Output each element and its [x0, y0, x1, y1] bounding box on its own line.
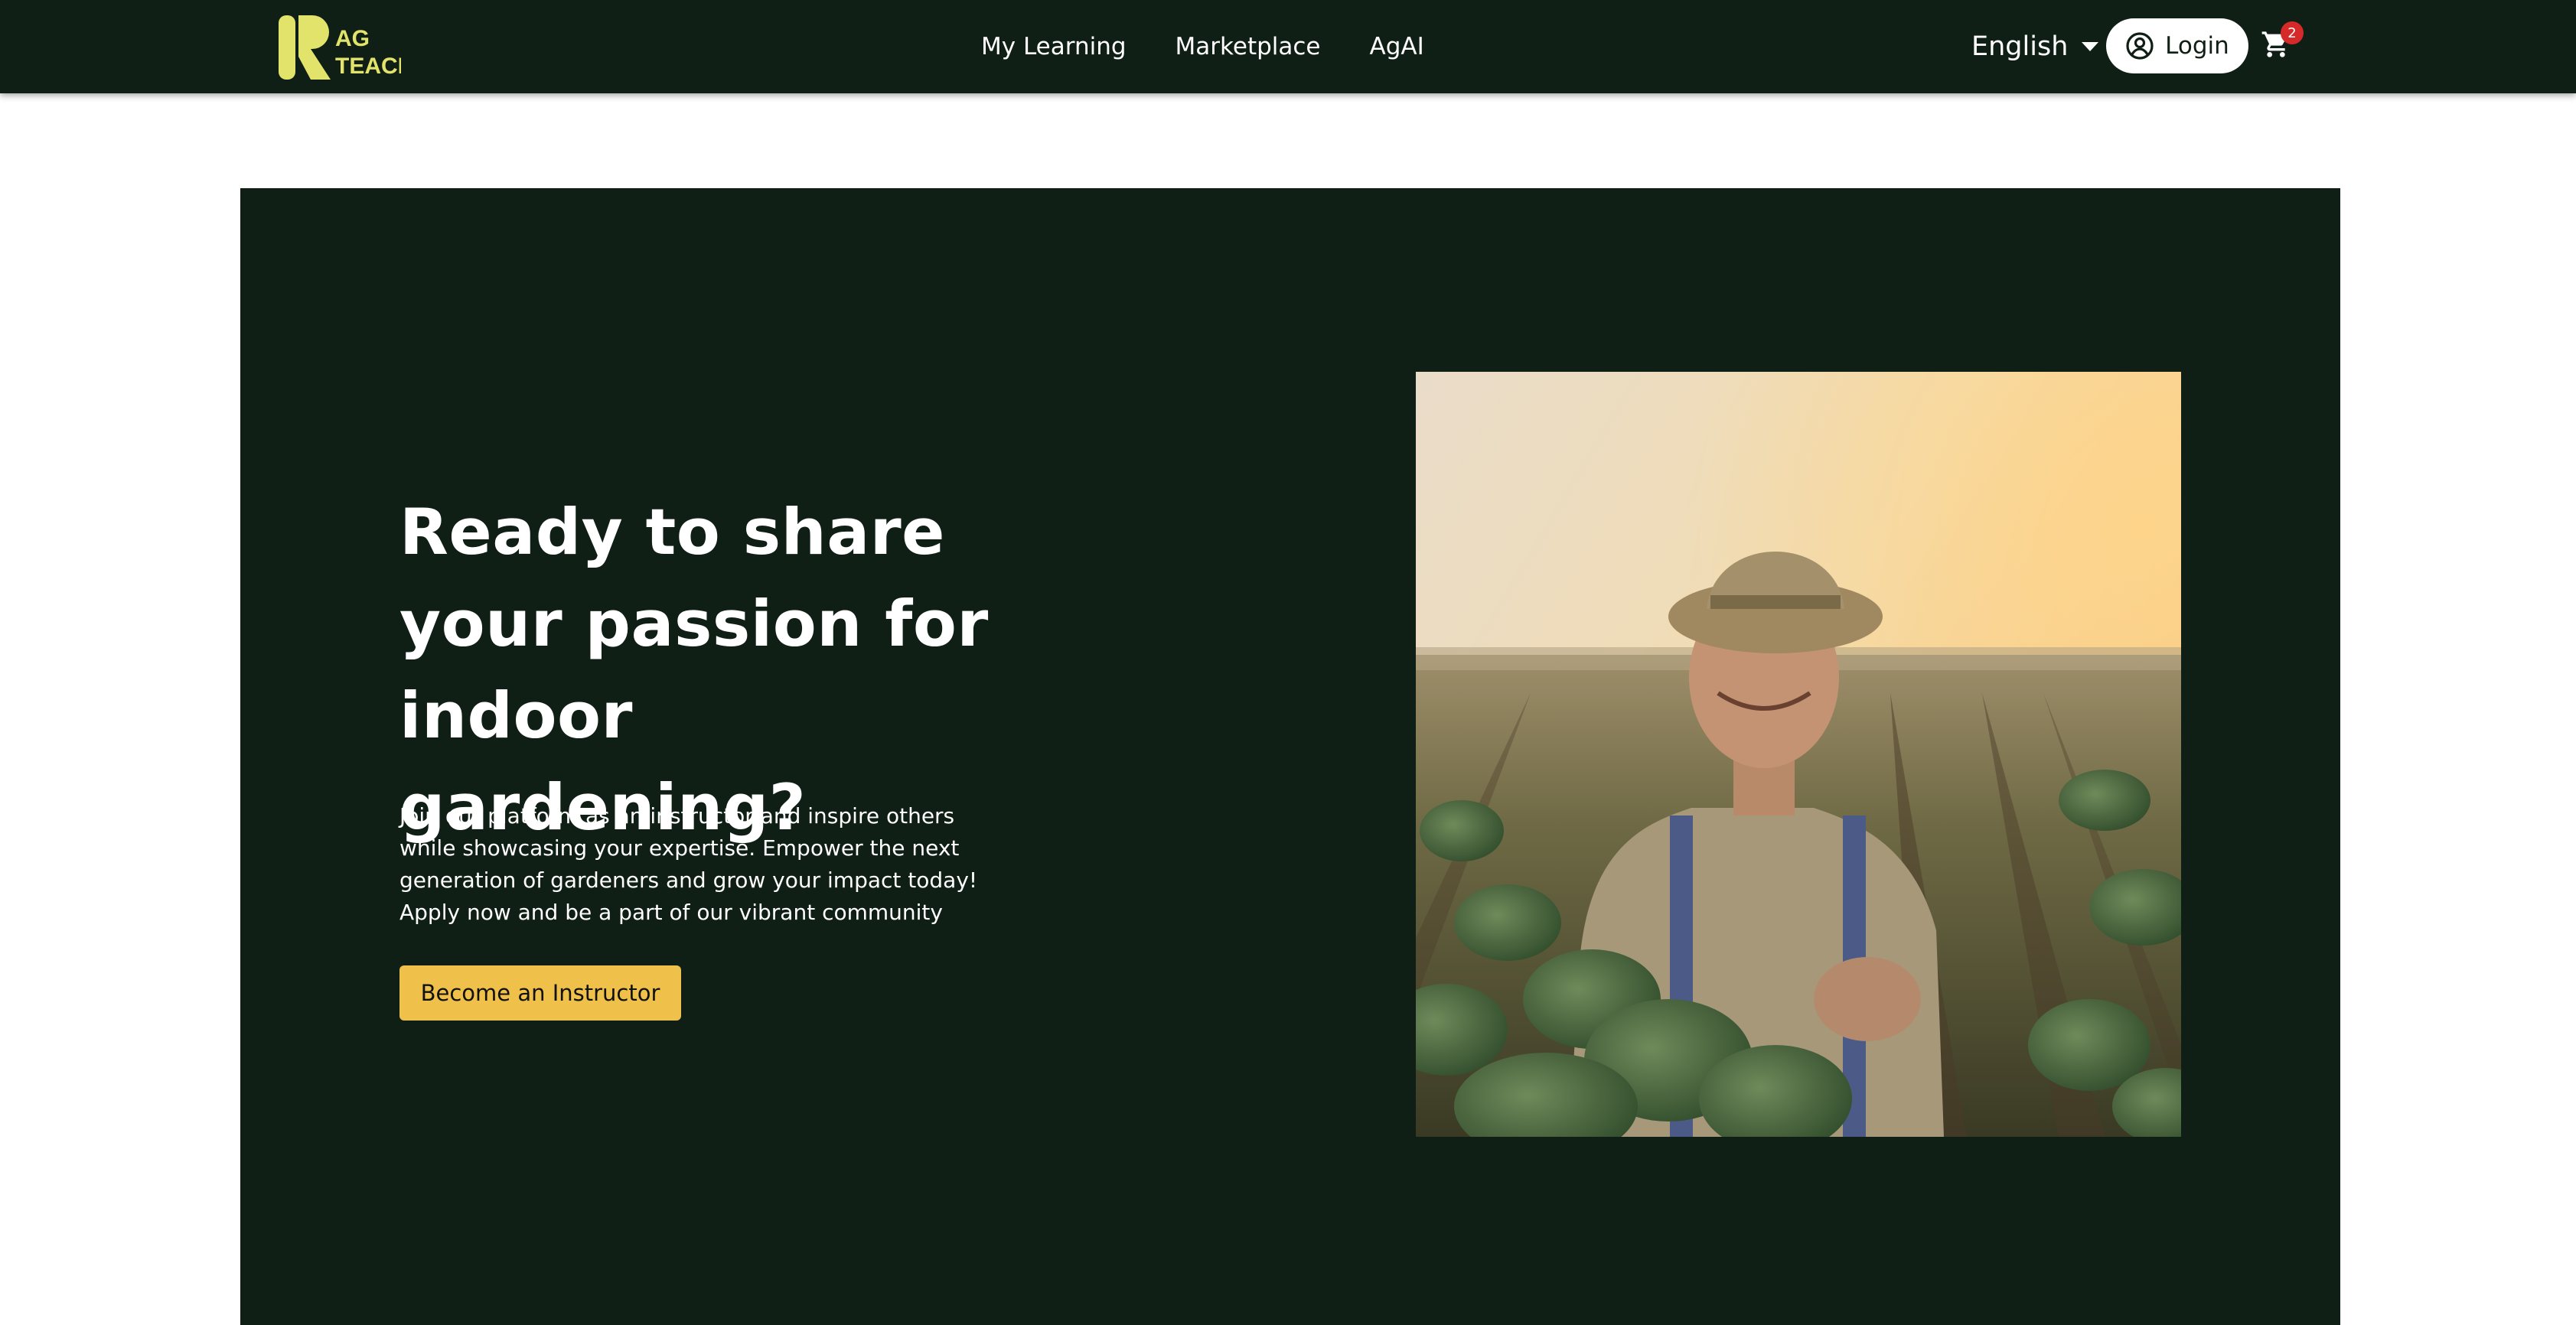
top-navbar: AG TEACH My Learning Marketplace AgAI En…	[0, 0, 2576, 93]
hero-description: Join our platform as an instructor and i…	[399, 803, 978, 925]
language-label: English	[1971, 31, 2069, 62]
nav-my-learning[interactable]: My Learning	[981, 33, 1127, 60]
login-button[interactable]: Login	[2106, 18, 2248, 73]
chevron-down-icon	[2082, 42, 2099, 51]
main-nav: My Learning Marketplace AgAI	[981, 0, 1424, 93]
language-selector[interactable]: English	[1971, 0, 2099, 93]
farmer-photo	[1416, 372, 2181, 1137]
login-label: Login	[2165, 32, 2229, 60]
user-circle-icon	[2126, 32, 2154, 60]
nav-marketplace[interactable]: Marketplace	[1176, 33, 1321, 60]
agteach-logo[interactable]: AG TEACH	[279, 14, 401, 81]
become-instructor-button[interactable]: Become an Instructor	[399, 965, 681, 1021]
logo-text-teach: TEACH	[335, 54, 401, 79]
hero-title: Ready to share your passion for indoor g…	[399, 495, 989, 845]
logo-text-ag: AG	[335, 26, 370, 51]
instructor-hero: Ready to share your passion for indoor g…	[240, 188, 2340, 1325]
cart-count-badge: 2	[2281, 21, 2304, 44]
nav-agai[interactable]: AgAI	[1370, 33, 1424, 60]
